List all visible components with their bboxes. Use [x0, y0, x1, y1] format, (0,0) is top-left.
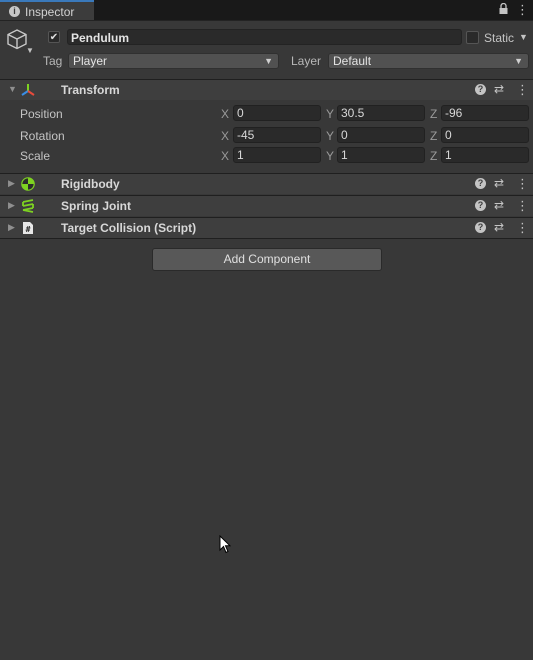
active-checkbox[interactable]: ✔ — [48, 31, 60, 43]
foldout-collapsed-icon[interactable]: ▶ — [8, 200, 15, 211]
tag-value: Player — [73, 54, 108, 68]
help-icon[interactable]: ? — [475, 178, 486, 189]
component-menu-icon[interactable]: ⋮ — [516, 176, 529, 192]
spring-joint-header[interactable]: ▶ Spring Joint ? ⇄ ⋮ — [0, 195, 533, 216]
tab-bar: i Inspector ⋮ — [0, 0, 533, 21]
presets-icon[interactable]: ⇄ — [494, 220, 504, 234]
tag-dropdown[interactable]: Player ▼ — [68, 53, 279, 69]
chevron-down-icon: ▼ — [264, 56, 273, 66]
target-collision-header[interactable]: ▶ # Target Collision (Script) ? ⇄ ⋮ — [0, 217, 533, 239]
gameobject-cube-icon[interactable] — [6, 28, 28, 53]
tab-menu-icon[interactable]: ⋮ — [516, 2, 529, 18]
axis-z-label[interactable]: Z — [430, 149, 437, 163]
transform-header[interactable]: ▼ Transform ? ⇄ ⋮ — [0, 79, 533, 100]
rotation-x-field[interactable]: -45 — [233, 127, 321, 143]
transform-title: Transform — [61, 83, 120, 97]
mouse-cursor-icon — [219, 534, 232, 557]
transform-icon — [21, 83, 35, 97]
tab-inspector-label: Inspector — [25, 5, 75, 19]
foldout-collapsed-icon[interactable]: ▶ — [8, 222, 15, 233]
axis-x-label[interactable]: X — [221, 107, 229, 121]
rotation-y-field[interactable]: 0 — [337, 127, 425, 143]
axis-y-label[interactable]: Y — [326, 129, 334, 143]
static-checkbox[interactable] — [466, 31, 479, 44]
chevron-down-icon: ▼ — [514, 56, 523, 66]
foldout-expanded-icon[interactable]: ▼ — [8, 84, 17, 94]
layer-label: Layer — [291, 54, 322, 68]
scale-x-field[interactable]: 1 — [233, 147, 321, 163]
position-label: Position — [20, 107, 63, 121]
foldout-collapsed-icon[interactable]: ▶ — [8, 178, 15, 189]
axis-x-label[interactable]: X — [221, 149, 229, 163]
rotation-label: Rotation — [20, 129, 65, 143]
static-dropdown-arrow-icon[interactable]: ▼ — [519, 32, 528, 42]
presets-icon[interactable]: ⇄ — [494, 176, 504, 190]
scale-label: Scale — [20, 149, 51, 163]
info-icon: i — [9, 6, 20, 17]
axis-z-label[interactable]: Z — [430, 107, 437, 121]
lock-icon[interactable] — [499, 2, 508, 17]
icon-dropdown-arrow-icon[interactable]: ▼ — [26, 46, 34, 55]
spring-joint-title: Spring Joint — [61, 199, 131, 213]
svg-text:#: # — [26, 225, 31, 234]
position-x-field[interactable]: 0 — [233, 105, 321, 121]
position-y-field[interactable]: 30.5 — [337, 105, 425, 121]
component-menu-icon[interactable]: ⋮ — [516, 198, 529, 214]
rigidbody-header[interactable]: ▶ Rigidbody ? ⇄ ⋮ — [0, 173, 533, 194]
axis-y-label[interactable]: Y — [326, 149, 334, 163]
help-icon[interactable]: ? — [475, 222, 486, 233]
help-icon[interactable]: ? — [475, 200, 486, 211]
axis-x-label[interactable]: X — [221, 129, 229, 143]
layer-dropdown[interactable]: Default ▼ — [328, 53, 529, 69]
layer-value: Default — [333, 54, 372, 68]
script-icon: # — [21, 221, 35, 235]
help-icon[interactable]: ? — [475, 84, 486, 95]
target-collision-title: Target Collision (Script) — [61, 221, 197, 235]
add-component-button[interactable]: Add Component — [152, 248, 382, 271]
rotation-z-field[interactable]: 0 — [441, 127, 529, 143]
scale-z-field[interactable]: 1 — [441, 147, 529, 163]
axis-y-label[interactable]: Y — [326, 107, 334, 121]
static-label[interactable]: Static — [484, 31, 514, 45]
rigidbody-title: Rigidbody — [61, 177, 120, 191]
axis-z-label[interactable]: Z — [430, 129, 437, 143]
presets-icon[interactable]: ⇄ — [494, 198, 504, 212]
rigidbody-icon — [21, 177, 35, 191]
position-z-field[interactable]: -96 — [441, 105, 529, 121]
spring-joint-icon — [21, 199, 35, 213]
component-menu-icon[interactable]: ⋮ — [516, 82, 529, 98]
scale-y-field[interactable]: 1 — [337, 147, 425, 163]
object-name-field[interactable]: Pendulum — [67, 29, 462, 45]
tag-label: Tag — [43, 54, 63, 68]
tab-inspector[interactable]: i Inspector — [0, 0, 94, 20]
presets-icon[interactable]: ⇄ — [494, 82, 504, 96]
component-menu-icon[interactable]: ⋮ — [516, 220, 529, 236]
